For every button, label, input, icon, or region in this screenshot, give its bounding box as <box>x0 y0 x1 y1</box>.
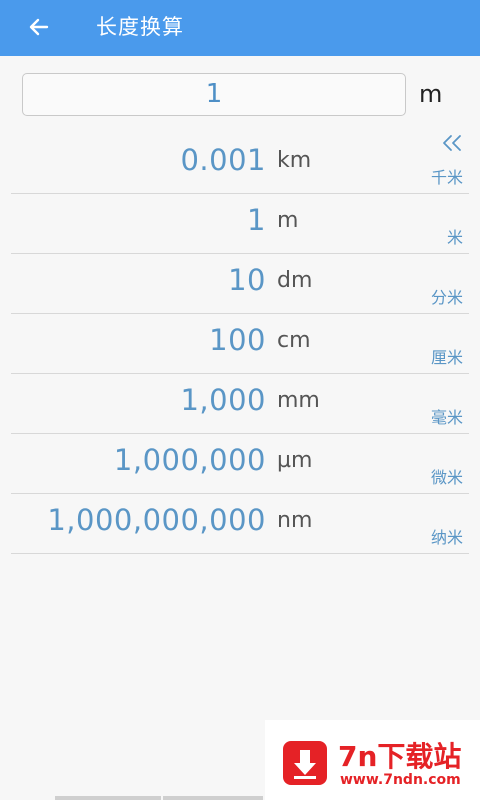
page-title: 长度换算 <box>96 15 184 39</box>
unit-row-mm[interactable]: 1,000 mm 毫米 <box>11 374 469 434</box>
arrow-left-icon <box>29 18 49 36</box>
download-arrow-icon <box>294 750 316 779</box>
unit-symbol: µm <box>277 448 313 473</box>
unit-value: 1,000,000,000 <box>47 503 266 537</box>
unit-symbol: dm <box>277 268 313 293</box>
unit-value: 0.001 <box>180 143 266 177</box>
watermark-logo <box>283 741 327 785</box>
unit-name: 厘米 <box>430 348 463 367</box>
unit-name: 千米 <box>430 168 463 187</box>
back-button[interactable] <box>22 10 56 44</box>
unit-value: 1,000,000 <box>113 443 266 477</box>
unit-value: 100 <box>209 323 266 357</box>
unit-symbol: mm <box>277 388 320 413</box>
unit-name: 毫米 <box>430 408 463 427</box>
nav-indicator <box>55 796 161 800</box>
unit-symbol: km <box>277 148 312 173</box>
unit-value: 10 <box>228 263 266 297</box>
unit-name: 米 <box>446 228 463 247</box>
length-input[interactable]: 1 <box>22 73 406 116</box>
nav-indicator <box>163 796 263 800</box>
unit-name: 微米 <box>430 468 463 487</box>
unit-row-nm[interactable]: 1,000,000,000 nm 纳米 <box>11 494 469 554</box>
watermark-url: www.7ndn.com <box>340 772 461 788</box>
unit-value: 1,000 <box>180 383 266 417</box>
unit-row-km[interactable]: 0.001 km 千米 <box>11 134 469 194</box>
unit-row-dm[interactable]: 10 dm 分米 <box>11 254 469 314</box>
watermark-title: 7n下载站 <box>338 740 462 773</box>
unit-value: 1 <box>247 203 266 237</box>
unit-row-um[interactable]: 1,000,000 µm 微米 <box>11 434 469 494</box>
app-bar: 长度换算 <box>0 0 480 56</box>
unit-row-cm[interactable]: 100 cm 厘米 <box>11 314 469 374</box>
unit-name: 分米 <box>430 288 463 307</box>
unit-symbol: cm <box>277 328 311 353</box>
unit-name: 纳米 <box>430 528 463 547</box>
unit-symbol: nm <box>277 508 313 533</box>
input-unit-label[interactable]: m <box>419 80 442 108</box>
unit-symbol: m <box>277 208 299 233</box>
unit-row-m[interactable]: 1 m 米 <box>11 194 469 254</box>
